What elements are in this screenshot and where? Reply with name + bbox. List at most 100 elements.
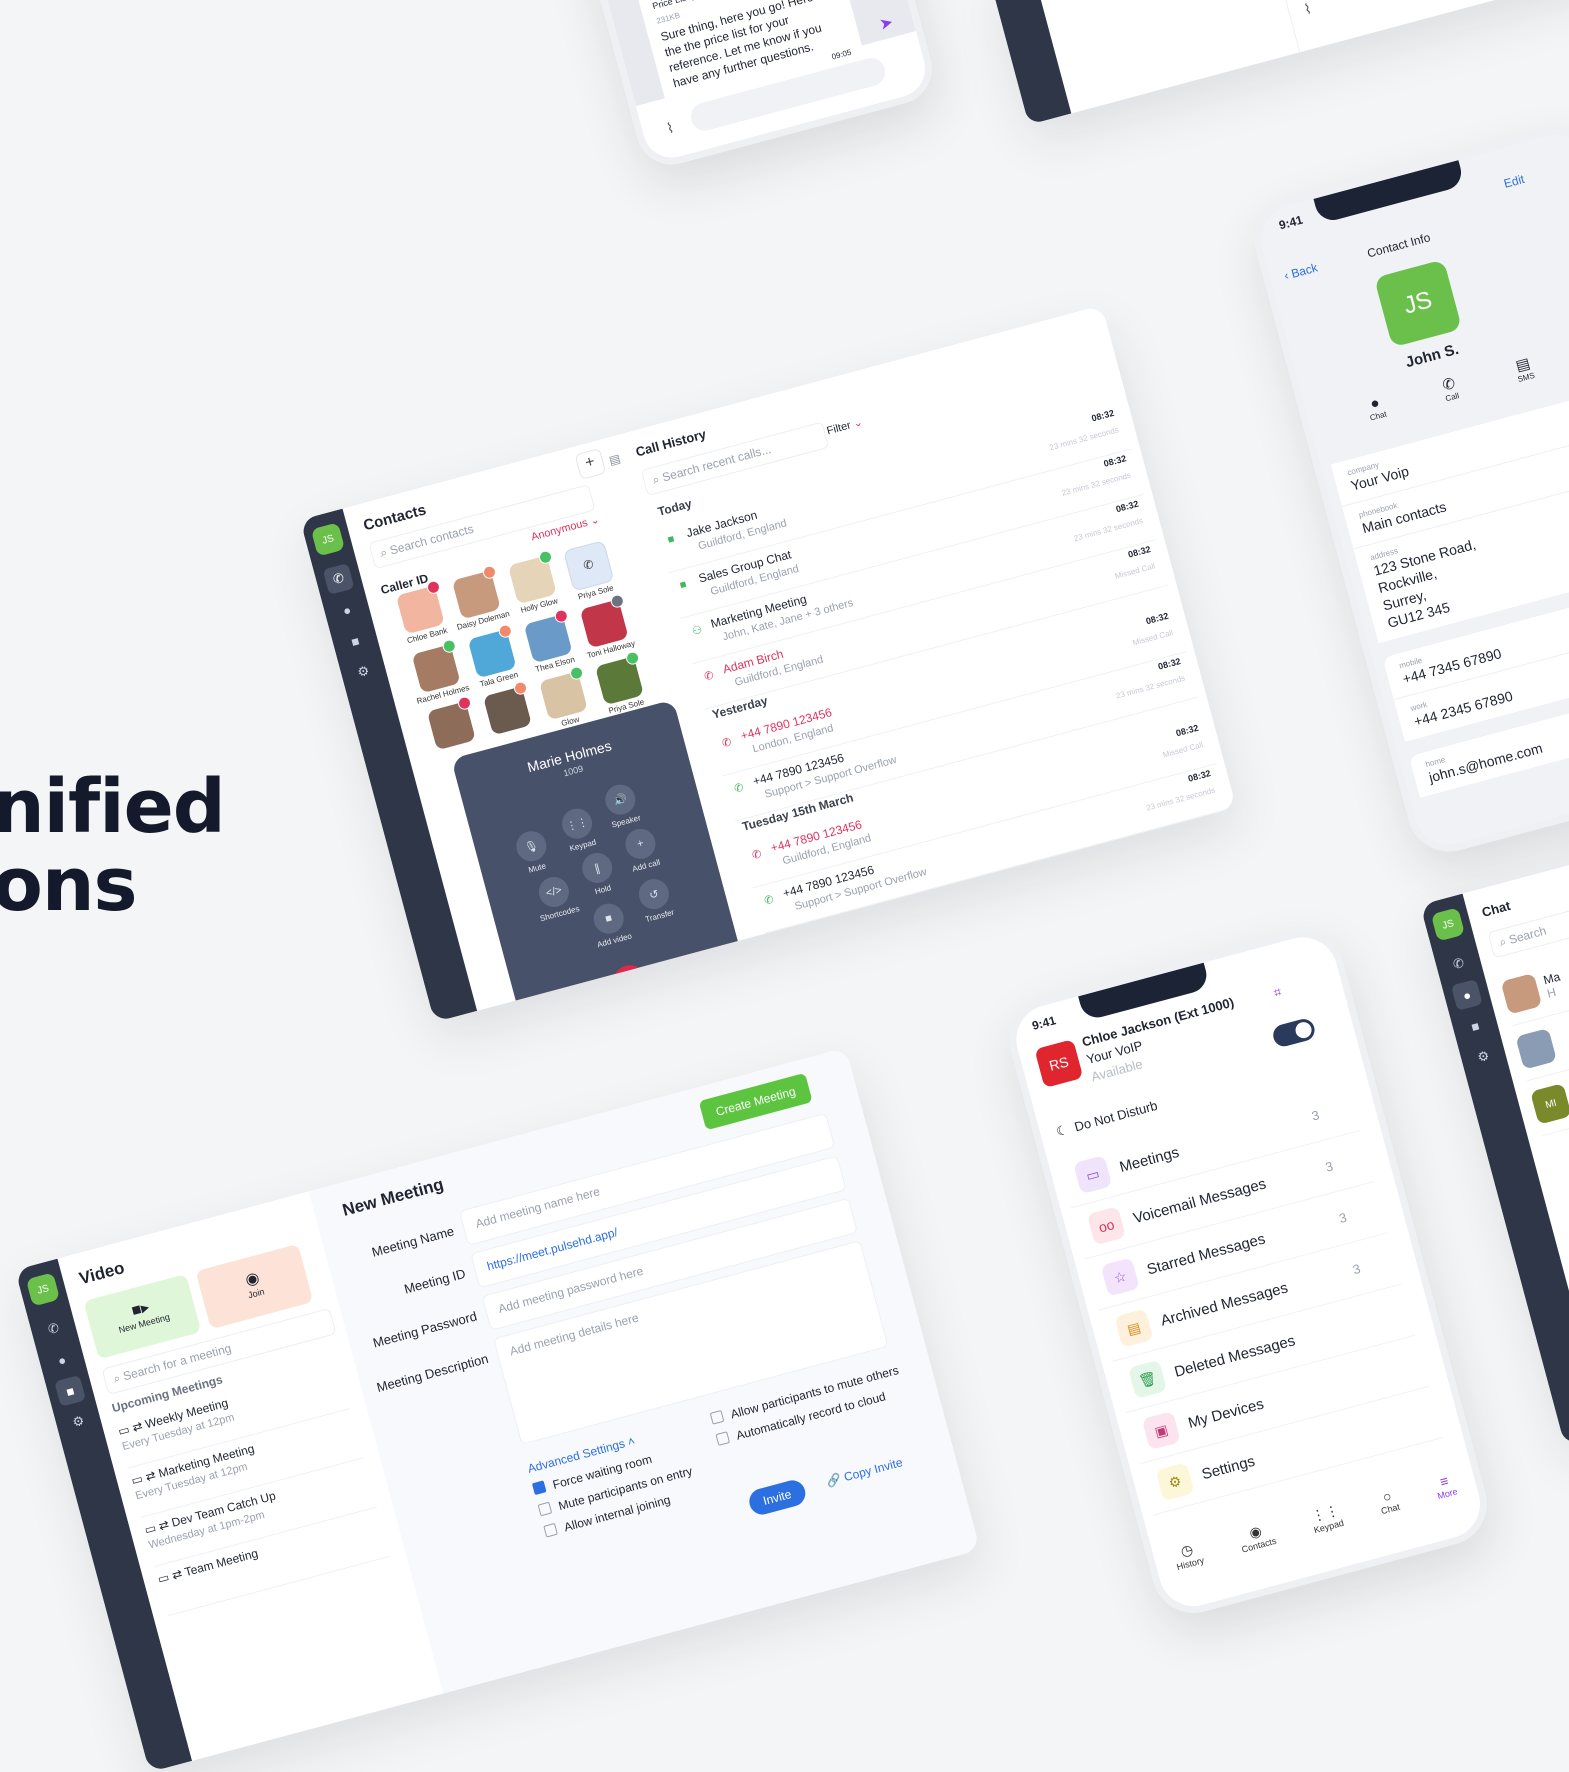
- phone-icon: ✆: [750, 848, 763, 863]
- back-button[interactable]: ‹ Back: [1283, 260, 1319, 282]
- tab-more[interactable]: ≡ More: [1432, 1471, 1459, 1502]
- list-icon: ▤: [607, 451, 623, 468]
- status-badge: [537, 549, 554, 566]
- form-title: New Meeting: [340, 1174, 446, 1220]
- avatar[interactable]: JS: [25, 1272, 61, 1307]
- invite-button[interactable]: Invite: [746, 1477, 808, 1518]
- tab-history[interactable]: ◷ History: [1171, 1539, 1206, 1572]
- desktop-app: JS ✆ ● ■ ⚙ Contacts + ⌕ Search contacts …: [300, 305, 1237, 1023]
- video-icon[interactable]: ■: [54, 1374, 87, 1407]
- chat-icon[interactable]: ●: [331, 594, 363, 626]
- mute-button[interactable]: 🎙: [512, 827, 550, 865]
- phone-icon[interactable]: ✆: [1443, 948, 1475, 980]
- meeting-id-label: Meeting ID: [402, 1265, 468, 1297]
- gear-icon[interactable]: ⚙: [1468, 1041, 1500, 1073]
- call-duration: Missed Call: [1131, 628, 1175, 648]
- chat-icon[interactable]: ●: [46, 1344, 78, 1376]
- avatar: [1515, 1028, 1558, 1070]
- attach-icon[interactable]: ⌇: [665, 119, 676, 137]
- phone-icon[interactable]: ✆: [322, 563, 355, 595]
- checkbox[interactable]: [531, 1480, 547, 1496]
- count-badge: 3: [1323, 1157, 1335, 1175]
- video-icon[interactable]: ■: [339, 625, 371, 657]
- phone-icon: ✆: [581, 556, 596, 573]
- call-duration: 23 mins 32 seconds: [1157, 830, 1229, 859]
- status-badge: [568, 665, 585, 682]
- video-icon: ■: [678, 578, 688, 592]
- gear-icon[interactable]: ⚙: [63, 1406, 95, 1438]
- tab-contacts[interactable]: ◉ Contacts: [1236, 1519, 1278, 1554]
- call-time: 08:32: [1174, 722, 1200, 739]
- settings-icon: ⚙: [1155, 1462, 1195, 1502]
- video-icon[interactable]: ■: [1459, 1010, 1491, 1042]
- call-action[interactable]: ✆ Call: [1440, 374, 1460, 404]
- status-badge: [441, 638, 458, 655]
- hero-line-2: ons: [0, 842, 138, 928]
- menu-item-label: Meetings: [1117, 1143, 1181, 1176]
- dialpad-fab[interactable]: ⋮⋮: [595, 996, 638, 1023]
- chat-icon[interactable]: ●: [1450, 979, 1483, 1011]
- chat-search-input[interactable]: ⌕ Search: [1487, 876, 1569, 959]
- menu-item-label: Settings: [1199, 1452, 1257, 1483]
- phone-icon[interactable]: ✆: [38, 1313, 70, 1345]
- checkbox[interactable]: [709, 1409, 725, 1425]
- avatar[interactable]: JS: [310, 522, 346, 557]
- keypad-button[interactable]: ⋮⋮: [558, 805, 596, 843]
- desktop-snippet-top: ⌇: [990, 0, 1569, 125]
- call-time: 08:32: [1156, 656, 1182, 672]
- add-video-button[interactable]: ■: [590, 900, 628, 938]
- moon-icon: ☾: [1054, 1121, 1070, 1140]
- qr-icon[interactable]: ⌗: [1272, 984, 1283, 1001]
- group-icon: ⚇: [690, 623, 704, 639]
- search-icon: ⌕: [378, 544, 389, 561]
- chevron-down-icon: ⌄: [852, 416, 865, 431]
- checkbox[interactable]: [543, 1522, 558, 1538]
- status-badge: [497, 623, 514, 640]
- gear-icon[interactable]: ⚙: [348, 656, 380, 688]
- status-badge: [553, 608, 570, 625]
- call-time: 08:32: [1102, 453, 1128, 469]
- contact-fields: company Your Voip phonebook Main contacts ad…: [1330, 380, 1569, 798]
- chat-preview: Ma H: [1542, 969, 1565, 1000]
- hold-button[interactable]: ∥: [578, 849, 616, 887]
- archived-messages-icon: ▤: [1114, 1308, 1154, 1348]
- video-icon: ■: [666, 532, 676, 547]
- sms-action[interactable]: ▤ SMS: [1512, 353, 1536, 384]
- attach-icon[interactable]: ⌇: [1302, 0, 1313, 18]
- page-title: Chat: [1480, 897, 1512, 920]
- phone-icon: ✆: [733, 781, 746, 796]
- chat-phone-snippet: Price List.pdf 231KB Sure thing, here yo…: [560, 0, 941, 173]
- dnd-toggle[interactable]: [1270, 1016, 1318, 1049]
- avatar: MI: [1530, 1083, 1569, 1125]
- link-icon: 🔗: [824, 1471, 843, 1489]
- add-contact-button[interactable]: +: [574, 448, 607, 480]
- status-badge: [512, 680, 529, 697]
- phone-icon: ✆: [720, 736, 733, 751]
- chat-sub: H: [1545, 985, 1558, 1001]
- avatar: [426, 695, 476, 751]
- hang-up-button[interactable]: ☎: [609, 961, 651, 1004]
- add-call-button[interactable]: +: [622, 825, 659, 863]
- tab-keypad[interactable]: ⋮⋮ Keypad: [1308, 1501, 1345, 1536]
- filter-button[interactable]: Filter ⌄: [825, 415, 865, 437]
- call-time: 08:32: [1144, 610, 1170, 627]
- shortcodes-button[interactable]: </>: [535, 873, 573, 911]
- phone-icon: ✆: [763, 893, 776, 908]
- status-badge: [481, 564, 498, 581]
- tab-chat[interactable]: ○ Chat: [1376, 1486, 1401, 1517]
- edit-button[interactable]: Edit: [1502, 172, 1526, 191]
- checkbox[interactable]: [715, 1431, 731, 1446]
- copy-invite-button[interactable]: 🔗 Copy Invite: [825, 1455, 904, 1489]
- checkbox[interactable]: [537, 1501, 553, 1517]
- call-duration: 23 mins 32 seconds: [1048, 425, 1120, 453]
- avatar: JS: [1373, 259, 1463, 348]
- speaker-button[interactable]: 🔊: [601, 781, 639, 819]
- transfer-button[interactable]: ↺: [635, 875, 673, 913]
- avatar[interactable]: JS: [1430, 907, 1466, 942]
- starred-messages-icon: ☆: [1100, 1257, 1140, 1297]
- status-time: 9:41: [1277, 212, 1305, 233]
- search-icon: ⌕: [1497, 934, 1508, 950]
- status-badge: [609, 593, 626, 610]
- chat-action[interactable]: ● Chat: [1365, 393, 1388, 423]
- status-badge: [425, 579, 442, 596]
